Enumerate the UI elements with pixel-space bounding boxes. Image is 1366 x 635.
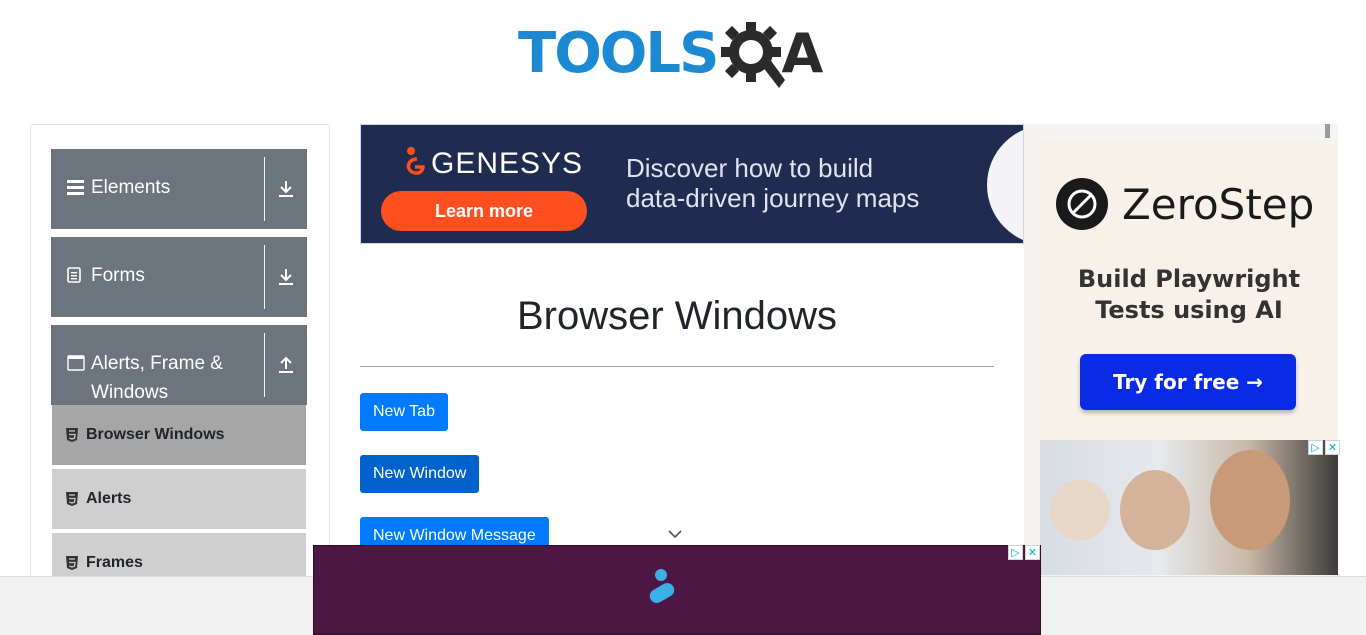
group-header-forms-main: Forms [51, 245, 265, 309]
group-toggle-alerts-frame-windows[interactable] [265, 325, 307, 405]
zerostep-headline: Build Playwright Tests using AI [1040, 264, 1338, 326]
ad-choices-icon[interactable]: ▷ [1308, 440, 1323, 455]
group-toggle-forms[interactable] [265, 237, 307, 317]
zerostep-headline-line2: Tests using AI [1095, 296, 1283, 324]
group-header-elements[interactable]: Elements [51, 149, 307, 229]
logo-text: TOOLS [518, 21, 719, 86]
sidebar-item-label: Browser Windows [86, 426, 225, 443]
group-label-elements: Elements [91, 177, 171, 198]
download-arrow-icon [279, 181, 293, 197]
photo-person [1050, 480, 1110, 540]
page-title: Browser Windows [516, 294, 838, 338]
call-center-photo-ad[interactable] [1040, 440, 1338, 575]
genesys-banner-ad[interactable]: GENESYS Learn more Discover how to build… [360, 124, 1024, 244]
ad-choices-badges: ▷ ✕ [1308, 440, 1340, 455]
group-header-forms[interactable]: Forms [51, 237, 307, 317]
sidebar-item-browser-windows[interactable]: Browser Windows [52, 405, 306, 467]
bottom-ad-choices: ▷ ✕ [1008, 545, 1040, 560]
ad-message-line1: Discover how to build [626, 153, 874, 183]
sidebar-item-alerts[interactable]: Alerts [52, 469, 306, 531]
zerostep-logo-icon [1056, 178, 1108, 230]
download-arrow-icon [279, 269, 293, 285]
logo-letter-a: A [781, 22, 824, 85]
genesys-logo-icon [406, 147, 425, 175]
new-tab-button[interactable]: New Tab [360, 393, 448, 431]
upload-arrow-icon [279, 356, 293, 373]
ad-decoration [987, 125, 1023, 243]
hamburger-icon [67, 179, 91, 195]
group-label-alerts-frame-windows: Alerts, Frame & Windows [91, 353, 223, 403]
photo-person [1120, 470, 1190, 550]
html5-icon [66, 428, 86, 442]
ad-message-line2: data-driven journey maps [626, 183, 920, 213]
zerostep-headline-line1: Build Playwright [1077, 265, 1301, 293]
ad-choices-icon[interactable]: ▷ [1008, 545, 1023, 560]
group-header-elements-main: Elements [51, 157, 265, 221]
brand-mark-icon [649, 569, 675, 603]
ad-brand: GENESYS [431, 147, 584, 180]
group-label-forms: Forms [91, 265, 145, 286]
title-divider [360, 366, 994, 367]
zerostep-brand: ZeroStep [1122, 180, 1315, 229]
photo-person [1210, 450, 1290, 550]
group-toggle-elements[interactable] [265, 149, 307, 229]
close-icon[interactable]: ✕ [1025, 545, 1040, 560]
ad-message: Discover how to build data-driven journe… [626, 153, 919, 213]
toolsqa-logo[interactable]: TOOLS A [518, 16, 842, 92]
try-for-free-button[interactable]: Try for free → [1080, 354, 1296, 410]
group-header-alerts-frame-windows[interactable]: Alerts, Frame & Windows [51, 325, 307, 405]
group-header-alerts-main: Alerts, Frame & Windows [51, 333, 265, 403]
sidebar-item-label: Frames [86, 554, 143, 571]
document-icon [67, 267, 91, 283]
new-window-button[interactable]: New Window [360, 455, 480, 493]
ad-scroll-indicator [1325, 124, 1330, 138]
close-icon[interactable]: ✕ [1325, 440, 1340, 455]
sidebar-item-label: Alerts [86, 490, 132, 507]
left-navigation-panel: Elements Forms Alerts, Frame & Windows B… [30, 124, 330, 604]
html5-icon [66, 492, 86, 506]
gear-icon [721, 22, 786, 88]
window-icon [67, 355, 91, 371]
bottom-banner-ad[interactable] [313, 545, 1041, 635]
html5-icon [66, 556, 86, 570]
learn-more-button[interactable]: Learn more [381, 191, 587, 231]
